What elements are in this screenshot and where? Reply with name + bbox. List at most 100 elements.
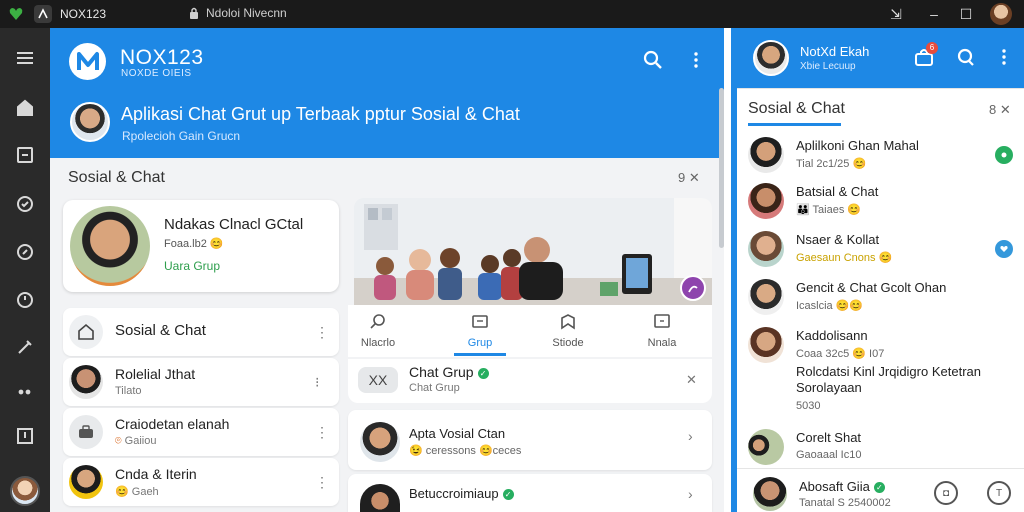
clock-icon[interactable] (13, 288, 37, 312)
minimize-button[interactable]: – (924, 4, 944, 24)
featured-name: Ndakas Clnacl GCtal (164, 216, 304, 233)
tab-story[interactable]: Stiode (538, 313, 598, 349)
right-profile-avatar[interactable] (753, 40, 789, 76)
tab-group[interactable]: Grup (450, 313, 510, 349)
right-section-close-control[interactable]: 8 ✕ (989, 102, 1011, 118)
chat-row-title: Kaddolisann (796, 328, 868, 343)
right-header-title: NotXd Ekah (800, 44, 870, 59)
left-rail (0, 28, 50, 512)
window-title: NOX123 (60, 7, 107, 21)
verified-icon: ✓ (477, 367, 489, 379)
chat-list-row[interactable]: Gencit & Chat Gcolt Ohan Icaslcia 😊😊 (737, 274, 1024, 320)
more-horizontal-icon[interactable] (13, 380, 37, 404)
pin-icon[interactable]: ⇲ (886, 4, 906, 24)
search-icon[interactable] (955, 46, 977, 68)
more-vertical-icon[interactable] (686, 49, 706, 71)
verified-icon: ✓ (873, 482, 885, 494)
right-panel: NotXd Ekah Xbie Lecuup 6 Sosial & Chat 8… (731, 28, 1024, 512)
right-section-title: Sosial & Chat (748, 100, 845, 117)
more-vertical-icon[interactable]: ⋮ (315, 424, 329, 441)
main-scrollbar[interactable] (719, 88, 724, 248)
list-item[interactable]: Cnda & Iterin 😊 Gaeh ⋮ (63, 458, 339, 506)
list-item[interactable]: Rolelial Jthat Tilato ⁝ (63, 358, 339, 406)
chat-card-title: Apta Vosial Ctan (409, 426, 506, 441)
heart-status-icon (995, 240, 1013, 258)
list-item-title: Craiodetan elanah (115, 416, 230, 432)
featured-meta: Foaa.lb2 😊 (164, 237, 224, 250)
more-vertical-icon[interactable]: ⋮ (315, 474, 329, 491)
window-path: Ndoloi Nivecnn (188, 6, 287, 20)
chat-card-title: Betuccroimiaup ✓ (409, 486, 514, 501)
list-item[interactable]: Craiodetan elanah ⌾ Gaiiou ⋮ (63, 408, 339, 456)
chat-row-title: Corelt Shat (796, 430, 862, 445)
compass-icon[interactable] (13, 240, 37, 264)
chat-row-title: Gencit & Chat Gcolt Ohan (796, 280, 946, 295)
app-heart-logo-icon (9, 8, 23, 20)
window-path-text: Ndoloi Nivecnn (206, 6, 287, 20)
chevron-right-icon[interactable]: › (688, 486, 693, 502)
chat-list-row[interactable]: Nsaer & Kollat Gaesaun Cnons 😊 (737, 226, 1024, 272)
home-icon[interactable] (13, 96, 37, 120)
chat-group-icon: XX (358, 367, 398, 393)
lock-icon (190, 7, 198, 19)
chat-row-title: Nsaer & Kollat (796, 232, 880, 247)
check-circle-icon[interactable] (13, 192, 37, 216)
featured-contact-card[interactable]: Ndakas Clnacl GCtal Foaa.lb2 😊 Uara Grup (63, 200, 339, 292)
chat-card-sub: 😉 ceressons 😊ceces (409, 445, 522, 457)
current-user-avatar[interactable] (753, 477, 787, 511)
page-headline: Aplikasi Chat Grut up Terbaak pptur Sosi… (121, 104, 520, 124)
photo-action-button[interactable] (680, 275, 706, 301)
screen-icon[interactable] (13, 424, 37, 448)
camera-icon[interactable]: ◘ (934, 481, 958, 505)
tab-chat[interactable]: Nnala (632, 313, 692, 349)
chat-group-name: Chat Grup ✓ (409, 364, 489, 380)
profile-avatar[interactable] (70, 102, 110, 142)
chat-avatar (748, 137, 784, 173)
contact-avatar (69, 365, 103, 399)
more-icon[interactable]: ⁝ (315, 374, 319, 391)
chat-card[interactable]: Apta Vosial Ctan 😉 ceressons 😊ceces › (348, 410, 712, 470)
current-user-name: Abosaft Giia ✓ (799, 479, 885, 494)
notification-badge: 6 (926, 42, 938, 54)
chat-row-sub: Tial 2c1/25 😊 (796, 158, 867, 170)
group-photo[interactable] (354, 198, 712, 306)
settings-icon[interactable]: T (987, 481, 1011, 505)
tab-label: Nlacrlo (360, 337, 396, 349)
chat-list-row[interactable]: Aplilkoni Ghan Mahal Tial 2c1/25 😊 (737, 132, 1024, 178)
tab-label: Nnala (647, 337, 677, 349)
chat-avatar (360, 422, 400, 462)
chat-list-row[interactable]: Rolcdatsi Kinl Jrqidigro Ketetran Sorola… (737, 362, 1024, 416)
chat-avatar (748, 231, 784, 267)
chat-card[interactable]: Betuccroimiaup ✓ › (348, 474, 712, 512)
search-icon[interactable] (642, 49, 664, 71)
chat-card-title-text: Betuccroimiaup (409, 486, 499, 501)
more-vertical-icon[interactable]: ⋮ (315, 324, 329, 341)
pen-icon[interactable] (13, 335, 37, 359)
chat-avatar (360, 484, 400, 512)
maximize-button[interactable]: ☐ (956, 4, 976, 24)
chevron-right-icon[interactable]: › (688, 428, 693, 444)
tab-search[interactable]: Nlacrlo (348, 313, 408, 349)
chat-avatar (748, 327, 784, 363)
brand-subtitle: NOXDE OIEIS (121, 68, 192, 79)
chat-list-row[interactable]: Batsial & Chat 👪 Taiaes 😊 (737, 178, 1024, 224)
inbox-icon[interactable] (13, 143, 37, 167)
more-vertical-icon[interactable] (999, 46, 1009, 68)
online-status-icon (995, 146, 1013, 164)
app-icon (34, 5, 52, 23)
close-icon[interactable]: ✕ (686, 372, 697, 388)
story-icon (561, 314, 575, 330)
list-item-sub: 😊 Gaeh (115, 485, 159, 498)
brand-logo[interactable] (69, 43, 106, 80)
contact-avatar (69, 465, 103, 499)
chat-row-title: Aplilkoni Ghan Mahal (796, 138, 919, 153)
list-item[interactable]: Sosial & Chat ⋮ (63, 308, 339, 356)
menu-icon[interactable] (13, 46, 37, 70)
rail-user-avatar[interactable] (10, 476, 40, 506)
chat-list-row[interactable]: Corelt Shat Gaoaaal Ic10 (737, 424, 1024, 470)
chat-avatar (748, 183, 784, 219)
section-close-control[interactable]: 9 ✕ (678, 170, 700, 186)
chat-group-row[interactable]: XX Chat Grup ✓ Chat Grup ✕ (348, 359, 712, 403)
user-avatar[interactable] (990, 3, 1012, 25)
tab-label: Grup (467, 337, 493, 349)
